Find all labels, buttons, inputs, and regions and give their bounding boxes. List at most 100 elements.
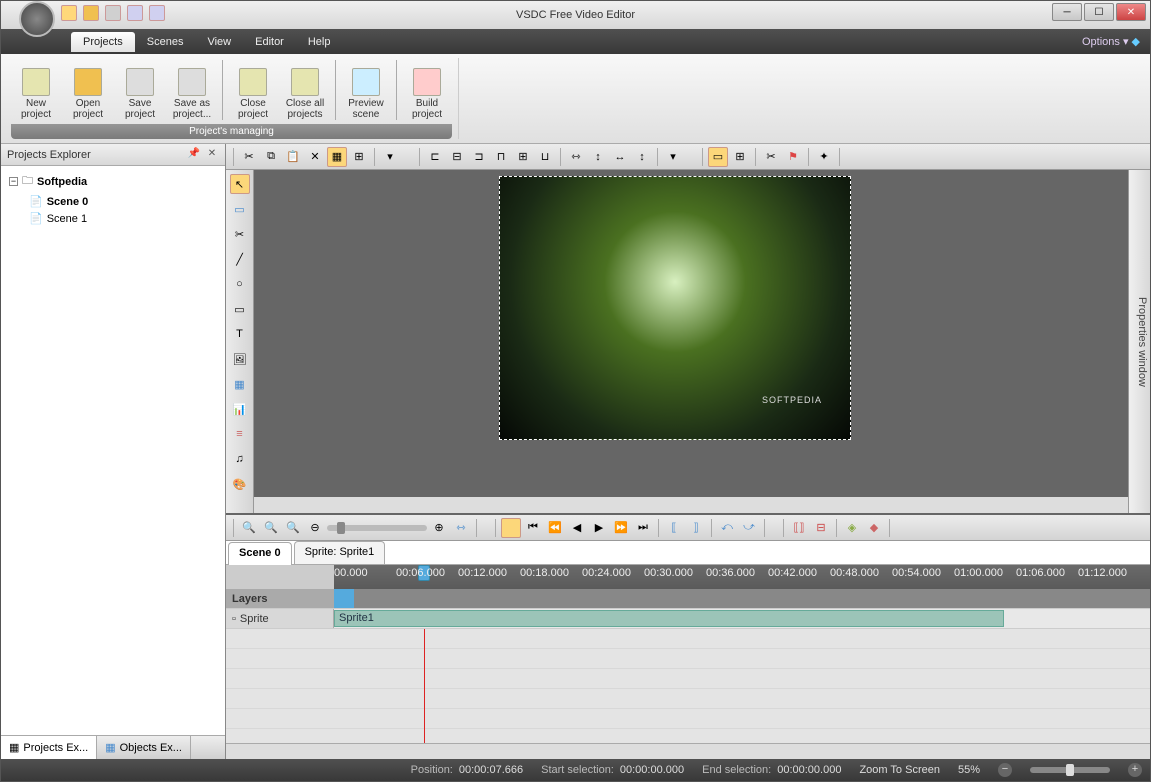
ffwd-button[interactable]: ⏩	[611, 518, 631, 538]
timeline-h-scrollbar[interactable]	[226, 743, 1150, 759]
qat-redo-icon[interactable]	[149, 5, 165, 21]
crop-tool-button[interactable]: ✂	[761, 147, 781, 167]
canvas-area[interactable]: SOFTPEDIA	[254, 170, 1128, 513]
delete-button[interactable]: ✕	[305, 147, 325, 167]
save-project-button[interactable]: Save project	[115, 60, 165, 122]
canvas-h-scrollbar[interactable]	[254, 497, 1128, 513]
objects-explorer-tab[interactable]: ▦Objects Ex...	[97, 736, 191, 759]
effects-button[interactable]: ✦	[814, 147, 834, 167]
rect-select-tool[interactable]: ▭	[230, 199, 250, 219]
align-middle-button[interactable]: ⊞	[513, 147, 533, 167]
qat-save-icon[interactable]	[105, 5, 121, 21]
maximize-button[interactable]: ☐	[1084, 3, 1114, 21]
crop-tool[interactable]: ✂	[230, 224, 250, 244]
link-right-button[interactable]: ⤻	[739, 518, 759, 538]
distribute-h-button[interactable]: ⇿	[566, 147, 586, 167]
align-bottom-button[interactable]: ⊔	[535, 147, 555, 167]
close-button[interactable]: ✕	[1116, 3, 1146, 21]
zoom-plus-button[interactable]: ⊕	[429, 518, 449, 538]
tree-scene-0[interactable]: 📄 Scene 0	[5, 193, 221, 210]
preview-scene-button[interactable]: Preview scene	[341, 60, 391, 122]
align-center-h-button[interactable]: ⊟	[447, 147, 467, 167]
qat-new-icon[interactable]	[61, 5, 77, 21]
align-top-button[interactable]: ⊓	[491, 147, 511, 167]
sprite-layer-row[interactable]: ▫Sprite Sprite1	[226, 609, 1150, 629]
options-button[interactable]: Options ▾ ◆	[1082, 35, 1140, 48]
snap-grid-button[interactable]: ⊞	[730, 147, 750, 167]
grid-toggle-button[interactable]: ▦	[327, 147, 347, 167]
same-width-button[interactable]: ↔	[610, 147, 630, 167]
dropdown2-button[interactable]: ▾	[663, 147, 683, 167]
frame-fwd-button[interactable]: ▶	[589, 518, 609, 538]
effect1-button[interactable]: ◈	[842, 518, 862, 538]
paste-button[interactable]: 📋	[283, 147, 303, 167]
zoom-in-status-button[interactable]: +	[1128, 763, 1142, 777]
menu-scenes[interactable]: Scenes	[135, 32, 196, 52]
qat-open-icon[interactable]	[83, 5, 99, 21]
menu-help[interactable]: Help	[296, 32, 343, 52]
mark-in-button[interactable]: ⟦	[664, 518, 684, 538]
align-right-button[interactable]: ⊐	[469, 147, 489, 167]
effect2-button[interactable]: ◆	[864, 518, 884, 538]
line-tool[interactable]: ╱	[230, 249, 250, 269]
timeline-clip[interactable]: Sprite1	[334, 610, 1004, 627]
fit-width-button[interactable]: ⇿	[451, 518, 471, 538]
layer-head[interactable]: ▫Sprite	[226, 609, 334, 628]
frame-back-button[interactable]: ◀	[567, 518, 587, 538]
menu-view[interactable]: View	[195, 32, 243, 52]
go-end-button[interactable]: ⏭	[633, 518, 653, 538]
subtitle-tool[interactable]: ≡	[230, 424, 250, 444]
cursor-tool[interactable]: ↖	[230, 174, 250, 194]
app-logo-icon[interactable]	[19, 1, 55, 37]
cut-button[interactable]: ✂	[239, 147, 259, 167]
text-tool[interactable]: T	[230, 324, 250, 344]
distribute-v-button[interactable]: ↕	[588, 147, 608, 167]
marker-button[interactable]: ⚑	[783, 147, 803, 167]
same-height-button[interactable]: ↕	[632, 147, 652, 167]
minimize-button[interactable]: ─	[1052, 3, 1082, 21]
rewind-button[interactable]: ⏪	[545, 518, 565, 538]
playhead-line[interactable]	[424, 629, 425, 743]
zoom-out-button[interactable]: 🔍	[261, 518, 281, 538]
timeline-zoom-slider[interactable]	[327, 525, 427, 531]
timeline-empty-area[interactable]	[226, 629, 1150, 743]
play-button[interactable]: ▶	[501, 518, 521, 538]
timeline-ruler[interactable]: 00.00000:06.00000:12.00000:18.00000:24.0…	[226, 565, 1150, 589]
menu-projects[interactable]: Projects	[71, 32, 135, 52]
close-project-button[interactable]: Close project	[228, 60, 278, 122]
trim-button[interactable]: ⊟	[811, 518, 831, 538]
menu-editor[interactable]: Editor	[243, 32, 296, 52]
zoom-minus-button[interactable]: ⊖	[305, 518, 325, 538]
tree-root[interactable]: − 🗀 Softpedia	[5, 170, 221, 193]
timeline-tab-sprite[interactable]: Sprite: Sprite1	[294, 541, 386, 564]
layer-range-marker[interactable]	[334, 589, 354, 608]
panel-close-icon[interactable]: ✕	[205, 148, 219, 162]
open-project-button[interactable]: Open project	[63, 60, 113, 122]
spray-tool[interactable]: 🎨	[230, 474, 250, 494]
video-tool[interactable]: ▦	[230, 374, 250, 394]
timeline-tab-scene[interactable]: Scene 0	[228, 542, 292, 565]
close-all-button[interactable]: Close all projects	[280, 60, 330, 122]
new-project-button[interactable]: New project	[11, 60, 61, 122]
link-left-button[interactable]: ⤺	[717, 518, 737, 538]
zoom-slider[interactable]	[1030, 767, 1110, 773]
copy-button[interactable]: ⧉	[261, 147, 281, 167]
rect-tool[interactable]: ▭	[230, 299, 250, 319]
image-tool[interactable]: 🖼	[230, 349, 250, 369]
dropdown-button[interactable]: ▾	[380, 147, 400, 167]
build-project-button[interactable]: Build project	[402, 60, 452, 122]
video-preview[interactable]: SOFTPEDIA	[499, 176, 851, 440]
ellipse-tool[interactable]: ○	[230, 274, 250, 294]
tree-scene-1[interactable]: 📄 Scene 1	[5, 210, 221, 227]
tree-collapse-icon[interactable]: −	[9, 177, 18, 186]
status-zoom-mode[interactable]: Zoom To Screen	[859, 764, 940, 776]
save-as-button[interactable]: Save as project...	[167, 60, 217, 122]
zoom-fit-button[interactable]: 🔍	[283, 518, 303, 538]
mark-out-button[interactable]: ⟧	[686, 518, 706, 538]
zoom-thumb[interactable]	[1066, 764, 1074, 776]
audio-tool[interactable]: ♫	[230, 449, 250, 469]
split-button[interactable]: ⟦⟧	[789, 518, 809, 538]
selection-mode-button[interactable]: ▭	[708, 147, 728, 167]
properties-window-tab[interactable]: Properties window	[1128, 170, 1150, 513]
go-start-button[interactable]: ⏮	[523, 518, 543, 538]
